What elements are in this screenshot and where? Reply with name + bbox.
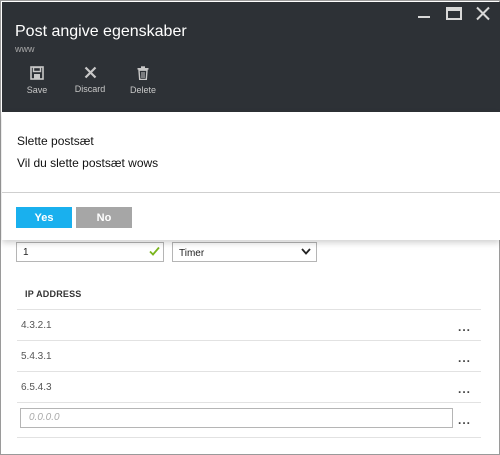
ip-value: 6.5.4.3: [21, 381, 52, 393]
chevron-down-icon: [301, 248, 311, 255]
ip-value: 5.4.3.1: [21, 350, 52, 362]
ttl-input[interactable]: 1: [16, 242, 164, 262]
dialog-divider: [2, 192, 500, 193]
more-options-icon[interactable]: ...: [458, 320, 471, 334]
ip-row: 4.3.2.1 ...: [17, 309, 481, 340]
close-icon[interactable]: [476, 6, 490, 20]
blade-title: Post angive egenskaber: [15, 23, 187, 40]
save-button[interactable]: Save: [10, 66, 64, 95]
ttl-unit-select[interactable]: Timer: [172, 242, 317, 262]
minimize-icon[interactable]: [416, 6, 432, 20]
dialog-message: Vil du slette postsæt wows: [17, 156, 159, 170]
ip-row: 6.5.4.3 ...: [17, 371, 481, 402]
delete-icon: [137, 66, 149, 80]
list-divider: [17, 437, 481, 438]
discard-icon: [84, 66, 96, 79]
discard-button[interactable]: Discard: [64, 66, 116, 95]
new-ip-input[interactable]: [20, 407, 453, 428]
ip-address-header: IP ADDRESS: [25, 289, 82, 299]
yes-button[interactable]: Yes: [16, 207, 72, 228]
more-options-icon[interactable]: ...: [458, 413, 471, 427]
maximize-icon[interactable]: [446, 6, 462, 20]
delete-confirmation-dialog: Slette postsæt Vil du slette postsæt wow…: [2, 112, 500, 240]
no-button[interactable]: No: [76, 207, 132, 228]
checkmark-icon: [149, 246, 160, 256]
save-icon: [30, 66, 44, 80]
dialog-title: Slette postsæt: [17, 134, 94, 148]
blade-header: Post angive egenskaber www Save Discard: [2, 2, 500, 112]
ip-address-list: 4.3.2.1 ... 5.4.3.1 ... 6.5.4.3 ... ...: [17, 309, 481, 432]
save-label: Save: [26, 85, 48, 95]
delete-label: Delete: [129, 85, 156, 95]
more-options-icon[interactable]: ...: [458, 351, 471, 365]
discard-label: Discard: [74, 84, 106, 94]
command-bar: Save Discard Delete: [10, 66, 170, 95]
delete-button[interactable]: Delete: [116, 66, 170, 95]
new-ip-row: ...: [17, 402, 481, 432]
blade-subtitle: www: [15, 44, 35, 54]
window-controls: [416, 6, 490, 20]
ip-row: 5.4.3.1 ...: [17, 340, 481, 371]
ip-value: 4.3.2.1: [21, 319, 52, 331]
more-options-icon[interactable]: ...: [458, 382, 471, 396]
blade-window: Post angive egenskaber www Save Discard: [0, 0, 500, 455]
